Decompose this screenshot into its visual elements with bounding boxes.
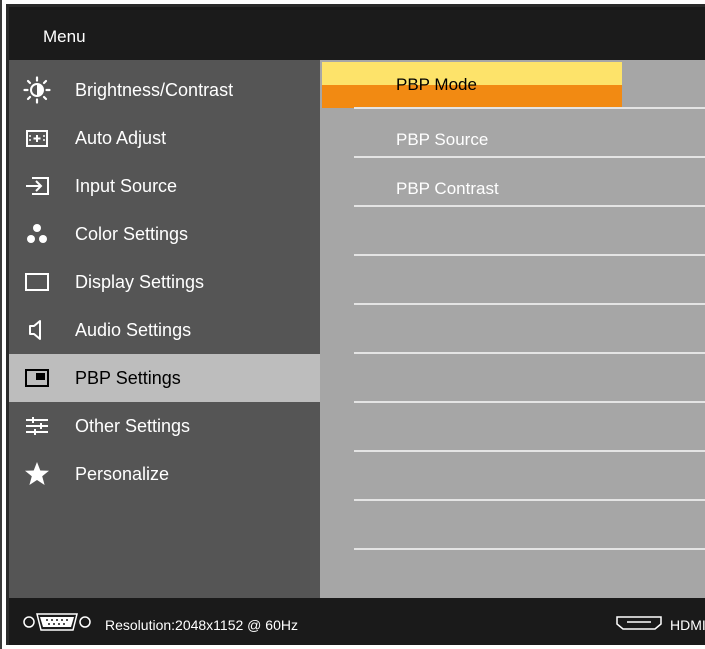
auto-adjust-icon xyxy=(23,124,51,152)
brightness-icon xyxy=(23,76,51,104)
menu-title: Menu xyxy=(43,27,86,46)
sidebar-item-input-source[interactable]: Input Source xyxy=(9,162,320,210)
osd-header: Menu xyxy=(9,7,705,60)
divider xyxy=(354,401,705,403)
sidebar-item-other-settings[interactable]: Other Settings xyxy=(9,402,320,450)
submenu-item-label: PBP Contrast xyxy=(396,179,499,198)
sidebar-item-label: Audio Settings xyxy=(75,319,192,340)
input-label: HDMI xyxy=(670,617,705,633)
status-bar: Resolution:2048x1152 @ 60Hz HDMI xyxy=(9,598,705,645)
hdmi-connector-icon xyxy=(615,614,663,635)
sidebar-item-label: Auto Adjust xyxy=(75,127,167,148)
divider xyxy=(354,205,705,207)
osd-window: Menu Brightness/Contrast Auto Adjust Inp… xyxy=(6,4,705,645)
divider xyxy=(354,450,705,452)
color-settings-icon xyxy=(23,220,51,248)
sidebar-item-personalize[interactable]: Personalize xyxy=(9,450,320,498)
submenu-panel: PBP Mode PBP Source PBP Contrast xyxy=(320,60,705,598)
sidebar-item-brightness-contrast[interactable]: Brightness/Contrast xyxy=(9,66,320,114)
sidebar-item-label: PBP Settings xyxy=(75,367,181,388)
sidebar-item-label: Display Settings xyxy=(75,271,205,292)
divider xyxy=(354,303,705,305)
sidebar-item-color-settings[interactable]: Color Settings xyxy=(9,210,320,258)
submenu-item-pbp-mode[interactable]: PBP Mode xyxy=(322,62,622,108)
vga-connector-icon xyxy=(21,610,93,637)
divider xyxy=(354,352,705,354)
divider xyxy=(354,499,705,501)
resolution-readout: Resolution:2048x1152 @ 60Hz xyxy=(105,617,298,633)
sliders-icon xyxy=(23,412,51,440)
submenu-item-label: PBP Mode xyxy=(396,75,477,94)
main-menu: Brightness/Contrast Auto Adjust Input So… xyxy=(9,60,320,598)
divider xyxy=(354,107,705,109)
star-icon xyxy=(23,460,51,488)
display-settings-icon xyxy=(23,268,51,296)
sidebar-item-audio-settings[interactable]: Audio Settings xyxy=(9,306,320,354)
speaker-icon xyxy=(23,316,51,344)
sidebar-item-label: Personalize xyxy=(75,463,170,484)
divider xyxy=(354,548,705,550)
pbp-icon xyxy=(23,364,51,392)
divider xyxy=(354,156,705,158)
sidebar-item-label: Color Settings xyxy=(75,223,189,244)
sidebar-item-display-settings[interactable]: Display Settings xyxy=(9,258,320,306)
monitor-osd-frame: Menu Brightness/Contrast Auto Adjust Inp… xyxy=(0,0,705,649)
sidebar-item-pbp-settings[interactable]: PBP Settings xyxy=(9,354,320,402)
submenu-item-label: PBP Source xyxy=(396,130,489,149)
divider xyxy=(354,254,705,256)
sidebar-item-auto-adjust[interactable]: Auto Adjust xyxy=(9,114,320,162)
input-source-icon xyxy=(23,172,51,200)
sidebar-item-label: Brightness/Contrast xyxy=(75,79,234,100)
sidebar-item-label: Other Settings xyxy=(75,415,191,436)
sidebar-item-label: Input Source xyxy=(75,175,178,196)
